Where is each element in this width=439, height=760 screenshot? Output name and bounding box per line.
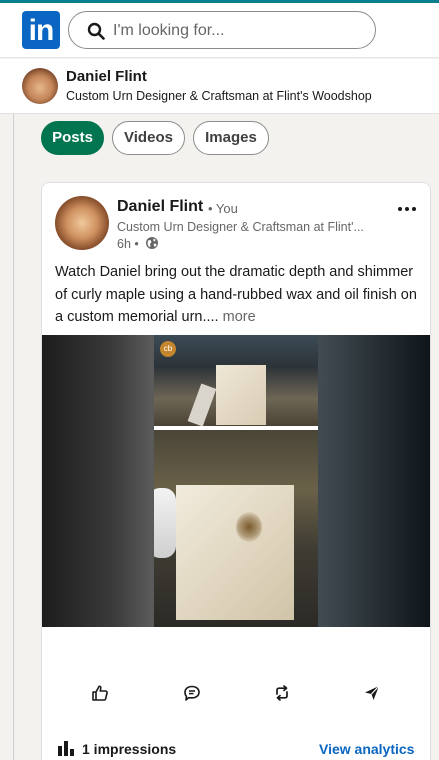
linkedin-logo[interactable]: in: [22, 11, 60, 49]
profile-headline: Custom Urn Designer & Craftsman at Flint…: [66, 89, 372, 103]
impressions-count: 1 impressions: [82, 741, 177, 757]
oil-stain: [236, 512, 262, 542]
profile-name[interactable]: Daniel Flint: [66, 68, 147, 85]
comment-button[interactable]: [172, 678, 212, 708]
you-label: • You: [208, 201, 238, 216]
post-actions: [42, 678, 430, 708]
search-input[interactable]: [113, 20, 363, 42]
search-icon: [87, 22, 105, 40]
top-header: in: [0, 3, 439, 58]
see-more-link[interactable]: more: [223, 309, 256, 325]
more-icon[interactable]: [397, 205, 417, 213]
watermark-badge: cb: [160, 341, 176, 357]
photo-top: cb: [154, 335, 318, 426]
urn-box: [216, 365, 266, 425]
repost-icon: [276, 685, 288, 701]
search-box[interactable]: [68, 11, 376, 49]
filter-videos-button[interactable]: Videos: [112, 121, 185, 155]
send-icon: [365, 685, 380, 700]
post-card: Daniel Flint • You Custom Urn Designer &…: [41, 182, 431, 760]
filter-posts-button[interactable]: Posts: [41, 121, 104, 155]
profile-bar: Daniel Flint Custom Urn Designer & Craft…: [0, 59, 439, 114]
photo-bottom: [154, 430, 318, 627]
gloved-hand: [154, 488, 176, 558]
author-avatar[interactable]: [55, 196, 109, 250]
filter-images-button[interactable]: Images: [193, 121, 269, 155]
divider: [13, 114, 14, 760]
post-video[interactable]: cb: [42, 335, 430, 627]
globe-icon: [146, 237, 158, 249]
avatar[interactable]: [22, 68, 58, 104]
author-name[interactable]: Daniel Flint: [117, 198, 203, 216]
video-frame: cb: [154, 335, 318, 627]
like-icon: [92, 685, 108, 701]
repost-button[interactable]: [262, 678, 302, 708]
view-analytics-link[interactable]: View analytics: [319, 741, 414, 757]
urn-box: [176, 485, 294, 620]
author-headline: Custom Urn Designer & Craftsman at Flint…: [117, 220, 364, 234]
gloved-arm: [187, 383, 217, 426]
post-time: 6h •: [117, 237, 139, 251]
comment-icon: [184, 685, 200, 701]
bar-chart-icon: [58, 741, 74, 756]
send-button[interactable]: [352, 678, 392, 708]
post-text: Watch Daniel bring out the dramatic dept…: [55, 261, 425, 329]
like-button[interactable]: [80, 678, 120, 708]
